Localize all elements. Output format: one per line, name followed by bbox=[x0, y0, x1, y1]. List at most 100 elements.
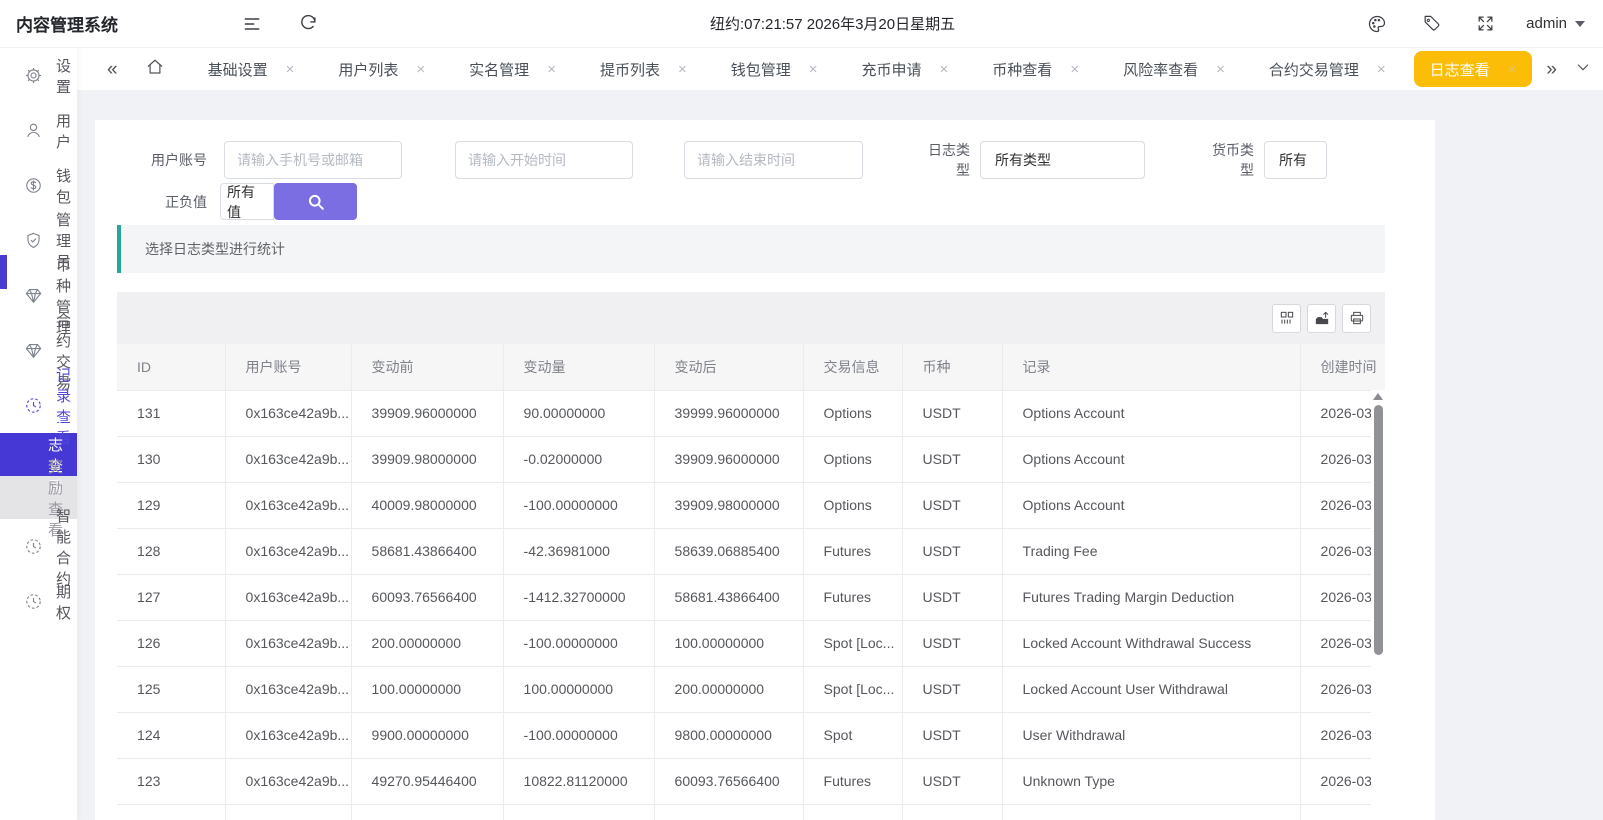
tab-close-icon[interactable]: × bbox=[547, 61, 556, 78]
sidebar-item-label: 期权 bbox=[56, 581, 77, 623]
table-cell: 9800.00000000 bbox=[654, 712, 803, 758]
tab-item-3[interactable]: 提币列表 × bbox=[584, 51, 703, 87]
table-cell: -100.00000000 bbox=[503, 482, 654, 528]
sign-label: 正负值 bbox=[117, 192, 207, 212]
tab-item-1[interactable]: 用户列表 × bbox=[322, 51, 441, 87]
tab-item-9[interactable]: 日志查看 × bbox=[1414, 51, 1533, 87]
tab-item-8[interactable]: 合约交易管理 × bbox=[1253, 51, 1402, 87]
table-cell bbox=[1002, 804, 1300, 820]
tabs-scroll-right-icon[interactable]: » bbox=[1544, 60, 1559, 79]
refresh-icon[interactable] bbox=[291, 7, 325, 41]
tabs-scroll-left-icon[interactable]: « bbox=[105, 60, 120, 79]
tab-close-icon[interactable]: × bbox=[1070, 61, 1079, 78]
table-cell: Futures bbox=[803, 574, 902, 620]
table-row: 1250x163ce42a9b...100.00000000100.000000… bbox=[117, 666, 1385, 712]
sidebar-item-10[interactable]: 期权 bbox=[0, 574, 77, 629]
table-cell: 127 bbox=[117, 574, 225, 620]
sidebar-item-9[interactable]: 智能合约 bbox=[0, 519, 77, 574]
table-cell: 0x163ce42a9b... bbox=[225, 436, 351, 482]
caret-down-icon bbox=[1575, 21, 1585, 27]
table-cell bbox=[117, 804, 225, 820]
tab-close-icon[interactable]: × bbox=[809, 61, 818, 78]
table-cell: 0x163ce42a9b... bbox=[225, 528, 351, 574]
home-icon[interactable] bbox=[144, 58, 166, 80]
table-cell: USDT bbox=[902, 620, 1002, 666]
tab-label: 充币申请 bbox=[862, 59, 922, 80]
column-settings-icon[interactable] bbox=[1272, 304, 1301, 333]
tab-close-icon[interactable]: × bbox=[1377, 61, 1386, 78]
sidebar: 设置 用户 钱包 管理员 币种管理 合约交易 记录查看 日志查看 奖励查看 智能… bbox=[0, 48, 77, 820]
tab-item-4[interactable]: 钱包管理 × bbox=[715, 51, 834, 87]
end-time-input[interactable] bbox=[684, 141, 863, 179]
table-cell bbox=[803, 804, 902, 820]
table-cell: Futures bbox=[803, 528, 902, 574]
user-dropdown[interactable]: admin bbox=[1526, 15, 1585, 32]
scrollbar-thumb[interactable] bbox=[1374, 405, 1383, 655]
table-cell: USDT bbox=[902, 666, 1002, 712]
table-cell: 39909.96000000 bbox=[351, 390, 503, 436]
tab-close-icon[interactable]: × bbox=[416, 61, 425, 78]
topbar: 内容管理系统 纽约:07:21:57 2026年3月20日星期五 admin bbox=[0, 0, 1603, 48]
table-cell: 0x163ce42a9b... bbox=[225, 620, 351, 666]
table-cell: USDT bbox=[902, 482, 1002, 528]
tab-close-icon[interactable]: × bbox=[1216, 61, 1225, 78]
tab-list: 基础设置 × 用户列表 × 实名管理 × 提币列表 × 钱包管理 × 充币申请 … bbox=[192, 51, 1545, 87]
table-cell: 0x163ce42a9b... bbox=[225, 574, 351, 620]
tab-close-icon[interactable]: × bbox=[678, 61, 687, 78]
table-row: 1290x163ce42a9b...40009.98000000-100.000… bbox=[117, 482, 1385, 528]
tabs-menu-chevron-down-icon[interactable] bbox=[1573, 59, 1593, 79]
search-button[interactable] bbox=[274, 183, 357, 220]
app-title: 内容管理系统 bbox=[0, 11, 215, 36]
wallet-icon bbox=[24, 176, 43, 195]
tab-close-icon[interactable]: × bbox=[1508, 61, 1517, 78]
gear-icon bbox=[24, 66, 43, 85]
tab-label: 风险率查看 bbox=[1123, 59, 1198, 80]
sidebar-item-2[interactable]: 钱包 bbox=[0, 158, 77, 213]
tab-item-2[interactable]: 实名管理 × bbox=[453, 51, 572, 87]
tab-item-0[interactable]: 基础设置 × bbox=[192, 51, 311, 87]
print-icon[interactable] bbox=[1342, 304, 1371, 333]
scroll-up-arrow-icon[interactable] bbox=[1373, 393, 1383, 400]
sidebar-item-0[interactable]: 设置 bbox=[0, 48, 77, 103]
table-toolbar bbox=[117, 292, 1385, 344]
table-cell: 100.00000000 bbox=[503, 666, 654, 712]
table-cell bbox=[654, 804, 803, 820]
tab-close-icon[interactable]: × bbox=[286, 61, 295, 78]
table-body: 1310x163ce42a9b...39909.9600000090.00000… bbox=[117, 390, 1385, 820]
table-cell: Options bbox=[803, 390, 902, 436]
export-icon[interactable] bbox=[1307, 304, 1336, 333]
table-cell bbox=[225, 804, 351, 820]
start-time-input[interactable] bbox=[455, 141, 633, 179]
username: admin bbox=[1526, 15, 1567, 32]
tab-close-icon[interactable]: × bbox=[940, 61, 949, 78]
sidebar-item-label: 用户 bbox=[56, 110, 77, 152]
table-row-partial bbox=[117, 804, 1385, 820]
table-cell: -100.00000000 bbox=[503, 712, 654, 758]
table-cell: 39909.98000000 bbox=[654, 482, 803, 528]
table-cell: USDT bbox=[902, 436, 1002, 482]
log-type-select[interactable]: 所有类型 bbox=[980, 141, 1145, 179]
theme-palette-icon[interactable] bbox=[1360, 7, 1394, 41]
column-header: 创建时间 bbox=[1300, 344, 1385, 390]
history-icon bbox=[24, 592, 43, 611]
fold-menu-icon[interactable] bbox=[235, 7, 269, 41]
search-icon bbox=[306, 192, 326, 212]
clock-display: 纽约:07:21:57 2026年3月20日星期五 bbox=[325, 13, 1340, 34]
tab-item-5[interactable]: 充币申请 × bbox=[846, 51, 965, 87]
tab-label: 基础设置 bbox=[208, 59, 268, 80]
tag-icon[interactable] bbox=[1414, 7, 1448, 41]
tab-item-7[interactable]: 风险率查看 × bbox=[1107, 51, 1241, 87]
table-cell: 10822.81120000 bbox=[503, 758, 654, 804]
table-cell: 58681.43866400 bbox=[351, 528, 503, 574]
tab-label: 合约交易管理 bbox=[1269, 59, 1359, 80]
sign-select[interactable]: 所有值 bbox=[220, 183, 274, 220]
sidebar-scroll-indicator[interactable] bbox=[0, 255, 7, 289]
table-cell: -42.36981000 bbox=[503, 528, 654, 574]
account-input[interactable] bbox=[224, 141, 402, 179]
currency-type-select[interactable]: 所有 bbox=[1264, 141, 1327, 179]
tab-item-6[interactable]: 币种查看 × bbox=[976, 51, 1095, 87]
table-cell: USDT bbox=[902, 574, 1002, 620]
fullscreen-icon[interactable] bbox=[1468, 7, 1502, 41]
sidebar-item-1[interactable]: 用户 bbox=[0, 103, 77, 158]
table-cell bbox=[351, 804, 503, 820]
